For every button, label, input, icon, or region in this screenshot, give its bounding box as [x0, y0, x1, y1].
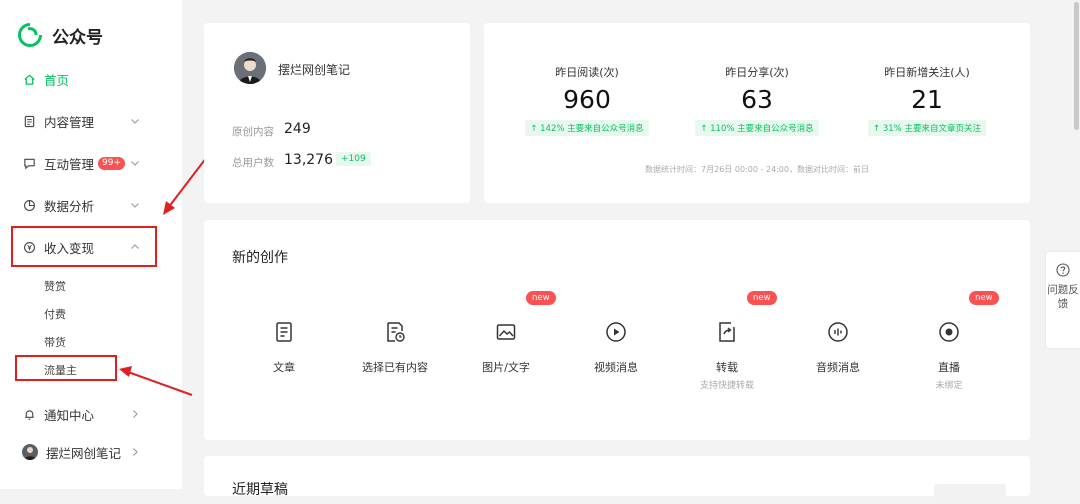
- share-document-icon: [719, 322, 735, 342]
- section-title: 近期草稿: [232, 482, 288, 498]
- users-delta-badge: +109: [336, 152, 371, 166]
- image-icon: [496, 324, 516, 340]
- tool-label: 图片/文字: [482, 361, 530, 374]
- metric-value: 63: [741, 85, 773, 114]
- feedback-button[interactable]: 问题反馈: [1046, 252, 1080, 348]
- play-circle-icon: [606, 322, 626, 342]
- create-video-button[interactable]: 视频消息: [561, 321, 671, 375]
- live-stream-button[interactable]: 直播 未绑定: [894, 321, 1004, 391]
- metric-new-followers[interactable]: 昨日新增关注(人) 21 ↑ 31% 主要来自文章页关注: [852, 64, 1002, 136]
- select-existing-button[interactable]: 选择已有内容: [340, 321, 450, 375]
- create-card: 新的创作 new new new 文章 选择已有内容 图片/文字 视频消息 转载…: [204, 220, 1030, 440]
- metric-label: 昨日分享(次): [725, 66, 789, 79]
- create-image-text-button[interactable]: 图片/文字: [451, 321, 561, 375]
- repost-button[interactable]: 转载 支持快捷转载: [672, 321, 782, 391]
- new-badge: new: [747, 291, 777, 305]
- tool-label: 文章: [273, 361, 295, 374]
- tool-label: 视频消息: [594, 361, 638, 374]
- metric-label: 昨日新增关注(人): [884, 66, 970, 79]
- tool-label: 转载: [716, 361, 738, 374]
- recent-card: 近期草稿: [204, 456, 1030, 504]
- new-badge: new: [526, 291, 556, 305]
- document-clock-icon: [387, 322, 405, 342]
- avatar[interactable]: [234, 52, 266, 84]
- metrics-footnote: 数据统计时间：7月26日 00:00 - 24:00，数据对比时间：前日: [645, 165, 869, 174]
- create-article-button[interactable]: 文章: [229, 321, 339, 375]
- original-content-value[interactable]: 249: [284, 121, 311, 137]
- metric-reads[interactable]: 昨日阅读(次) 960 ↑ 142% 主要来自公众号消息: [512, 64, 662, 136]
- metric-label: 昨日阅读(次): [555, 66, 619, 79]
- metric-trend: ↑ 110% 主要来自公众号消息: [695, 120, 819, 136]
- annotation-arrows: [119, 148, 214, 396]
- create-audio-button[interactable]: 音频消息: [783, 321, 893, 375]
- metric-value: 21: [911, 85, 943, 114]
- metric-value: 960: [563, 85, 611, 114]
- metric-trend: ↑ 31% 主要来自文章页关注: [868, 120, 986, 136]
- tool-label: 直播: [938, 361, 960, 374]
- help-icon: [1056, 263, 1070, 277]
- metric-trend: ↑ 142% 主要来自公众号消息: [525, 120, 649, 136]
- audio-icon: [828, 322, 848, 342]
- original-content-label: 原创内容: [232, 126, 274, 138]
- section-title: 新的创作: [232, 250, 288, 266]
- live-icon: [939, 322, 959, 342]
- tool-sublabel: 未绑定: [935, 381, 963, 391]
- feedback-label: 问题反馈: [1047, 284, 1079, 310]
- tool-label: 选择已有内容: [362, 361, 428, 374]
- metrics-card: 昨日阅读(次) 960 ↑ 142% 主要来自公众号消息 昨日分享(次) 63 …: [484, 23, 1030, 203]
- total-users-label: 总用户数: [232, 157, 274, 169]
- tool-label: 音频消息: [816, 361, 860, 374]
- scrollbar[interactable]: [1074, 2, 1079, 130]
- new-badge: new: [969, 291, 999, 305]
- tool-sublabel: 支持快捷转载: [699, 381, 754, 391]
- total-users-value[interactable]: 13,276: [284, 152, 333, 168]
- metric-shares[interactable]: 昨日分享(次) 63 ↑ 110% 主要来自公众号消息: [682, 64, 832, 136]
- article-icon: [276, 322, 292, 342]
- profile-card: 摆烂网创笔记 原创内容 249 总用户数 13,276 +109: [204, 23, 470, 203]
- more-button[interactable]: [934, 484, 1006, 504]
- account-name: 摆烂网创笔记: [278, 63, 351, 77]
